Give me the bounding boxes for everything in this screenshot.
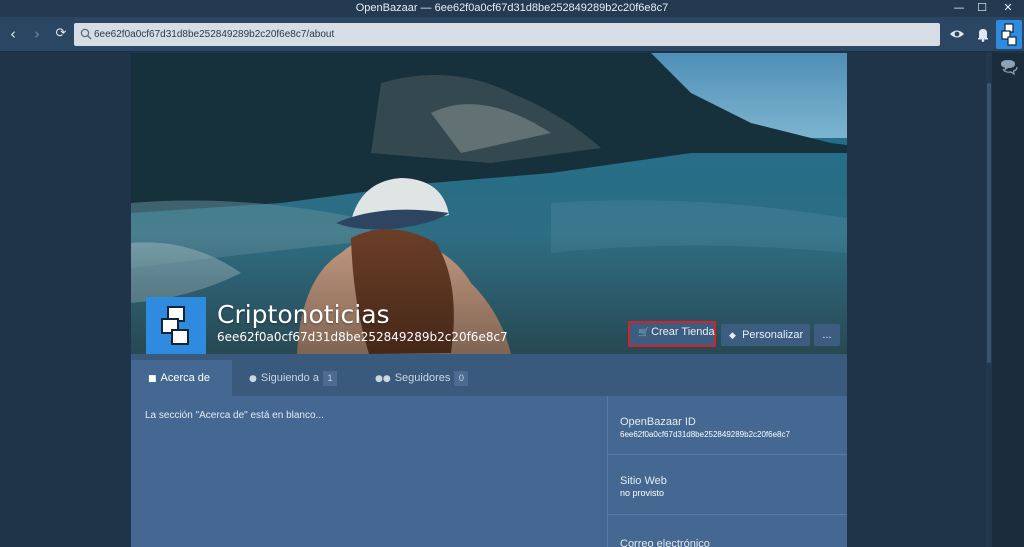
eye-icon[interactable] xyxy=(946,23,968,45)
navigation-bar: ‹ › ⟳ xyxy=(0,17,1024,52)
tab-followers-label: Seguidores xyxy=(394,372,451,384)
people-icon: ●● xyxy=(375,374,391,384)
tab-about-label: Acerca de xyxy=(160,372,211,384)
back-button[interactable]: ‹ xyxy=(2,23,24,45)
avatar-icon[interactable] xyxy=(996,20,1022,49)
website-title: Sitio Web xyxy=(620,475,667,487)
store-id: 6ee62f0a0cf67d31d8be252849289b2c20f6e8c7 xyxy=(217,330,508,344)
about-section: La sección "Acerca de" está en blanco... xyxy=(131,396,607,547)
email-block: Correo electrónico xyxy=(608,515,847,547)
title-bar: OpenBazaar — 6ee62f0a0cf67d31d8be2528492… xyxy=(0,0,1024,17)
followers-count: 0 xyxy=(454,371,469,386)
website-block: Sitio Web no provisto xyxy=(608,455,847,515)
chat-sidebar xyxy=(992,53,1024,547)
person-icon: ● xyxy=(249,374,257,384)
store-logo[interactable] xyxy=(146,297,206,354)
cart-icon: 🛒 xyxy=(638,328,650,338)
chat-icon: ■ xyxy=(148,374,157,384)
profile-page: Criptonoticias 6ee62f0a0cf67d31d8be25284… xyxy=(131,53,847,547)
paint-bucket-icon: ◆ xyxy=(729,331,736,341)
email-title: Correo electrónico xyxy=(620,538,710,547)
more-options-button[interactable]: ... xyxy=(814,324,840,346)
following-count: 1 xyxy=(322,371,337,386)
openbazaar-id-title: OpenBazaar ID xyxy=(620,416,696,428)
search-icon xyxy=(80,28,92,40)
url-input[interactable] xyxy=(94,23,934,46)
forward-button[interactable]: › xyxy=(26,23,48,45)
scrollbar-thumb[interactable] xyxy=(987,83,991,363)
store-name: Criptonoticias xyxy=(217,300,390,329)
window-title: OpenBazaar — 6ee62f0a0cf67d31d8be2528492… xyxy=(355,2,669,14)
profile-tabs: ■ Acerca de ● Siguiendo a1 ●● Seguidores 0 xyxy=(131,354,847,396)
maximize-button[interactable]: ☐ xyxy=(971,0,993,17)
chat-icon[interactable] xyxy=(992,53,1024,85)
customize-button[interactable]: ◆ Personalizar xyxy=(721,324,810,346)
website-value: no provisto xyxy=(620,488,665,498)
refresh-button[interactable]: ⟳ xyxy=(50,23,72,45)
openbazaar-id-block: OpenBazaar ID 6ee62f0a0cf67d31d8be252849… xyxy=(608,396,847,455)
tab-following[interactable]: ● Siguiendo a1 xyxy=(241,360,351,396)
bell-icon[interactable] xyxy=(972,23,994,45)
create-store-label: Crear Tienda xyxy=(651,326,715,338)
create-store-button[interactable]: 🛒 Crear Tienda xyxy=(628,321,716,347)
tab-about[interactable]: ■ Acerca de xyxy=(131,360,232,396)
about-blank-message: La sección "Acerca de" está en blanco... xyxy=(145,410,324,421)
profile-info-panel: OpenBazaar ID 6ee62f0a0cf67d31d8be252849… xyxy=(607,396,847,547)
tab-following-label: Siguiendo a xyxy=(260,372,319,384)
address-bar[interactable] xyxy=(74,23,940,46)
customize-label: Personalizar xyxy=(742,329,804,341)
tab-followers[interactable]: ●● Seguidores 0 xyxy=(367,360,472,396)
close-button[interactable]: ✕ xyxy=(997,0,1019,17)
minimize-button[interactable]: — xyxy=(948,0,970,17)
openbazaar-id-value: 6ee62f0a0cf67d31d8be252849289b2c20f6e8c7 xyxy=(620,430,790,439)
